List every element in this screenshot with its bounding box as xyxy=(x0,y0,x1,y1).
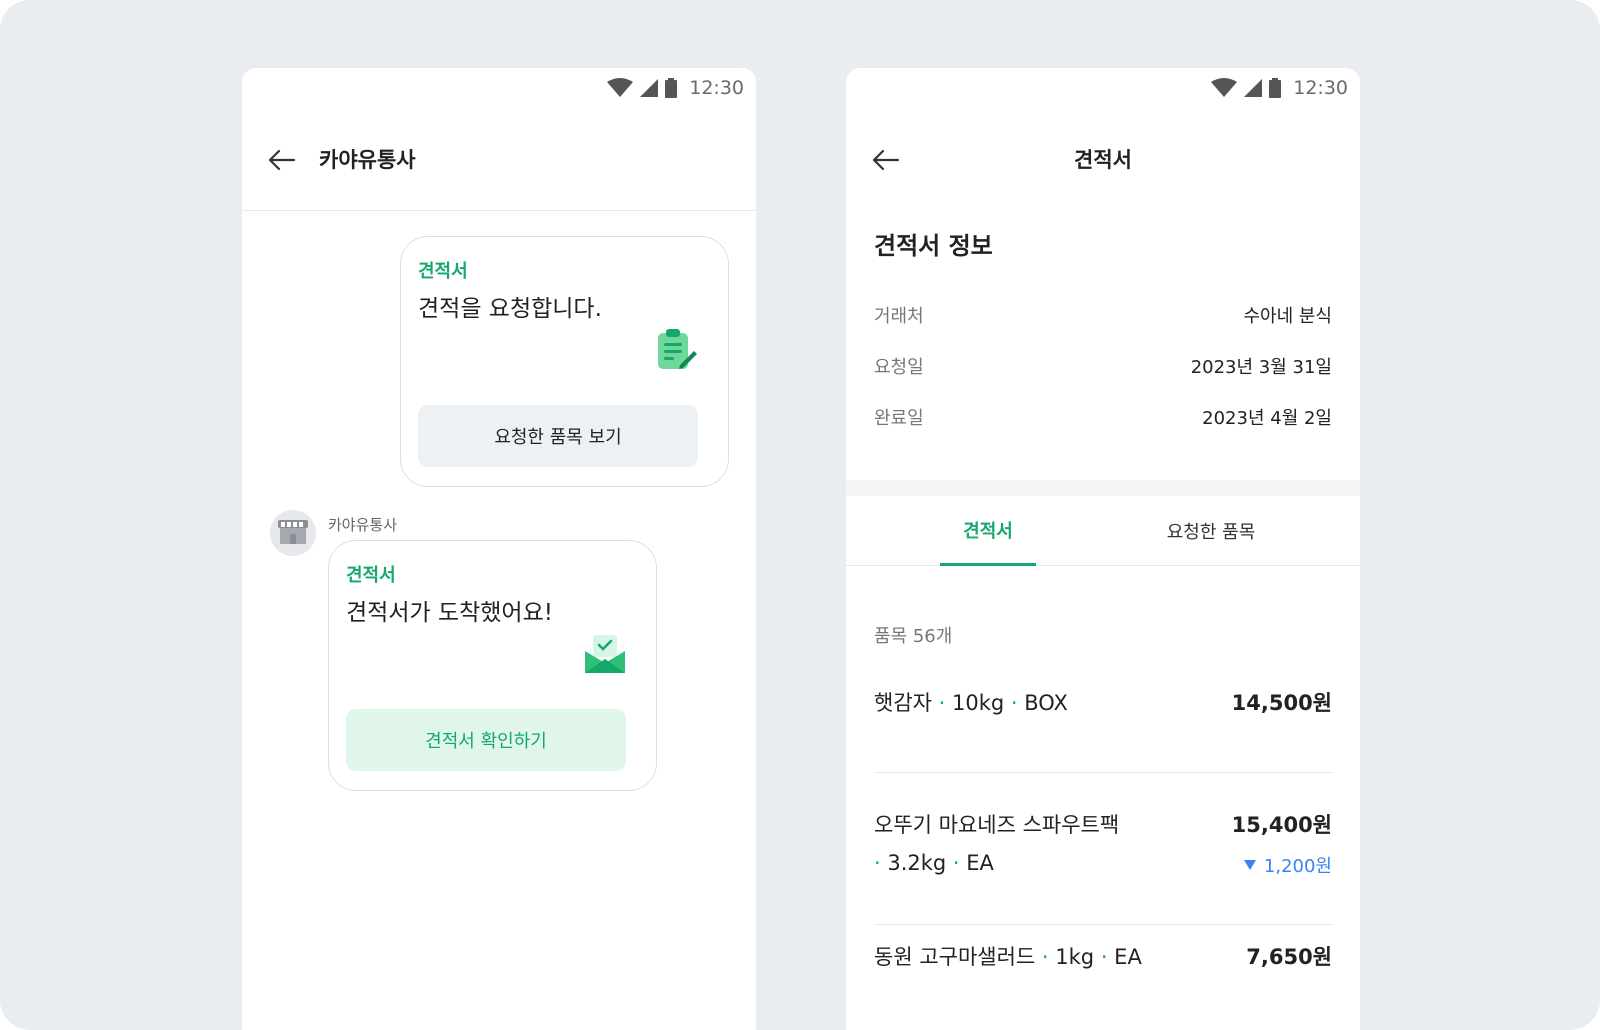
status-bar: 12:30 xyxy=(846,68,1360,108)
info-value: 2023년 3월 31일 xyxy=(1190,357,1332,378)
info-row-request-date: 요청일 2023년 3월 31일 xyxy=(874,351,1332,381)
info-row-complete-date: 완료일 2023년 4월 2일 xyxy=(874,402,1332,432)
battery-icon xyxy=(1269,78,1282,98)
item-unit: BOX xyxy=(1024,691,1068,715)
list-item[interactable]: 오뚜기 마요네즈 스파우트팩 · 3.2kg · EA 15,400원 1,20… xyxy=(874,806,1332,902)
info-label: 완료일 xyxy=(874,408,924,429)
item-price: 15,400원 xyxy=(1231,813,1332,837)
item-name: 동원 고구마샐러드 xyxy=(874,945,1036,969)
store-icon xyxy=(278,520,308,544)
item-name: 햇감자 xyxy=(874,691,932,715)
item-price: 7,650원 xyxy=(1246,945,1332,969)
request-message-bubble: 견적서 견적을 요청합니다. 요청한 품목 보기 xyxy=(400,236,729,487)
tab-quote[interactable]: 견적서 xyxy=(940,496,1036,566)
item-spec: 1kg xyxy=(1055,945,1095,969)
battery-icon xyxy=(665,78,678,98)
separator-dot: · xyxy=(946,851,967,875)
list-item[interactable]: 동원 고구마샐러드 · 1kg · EA 7,650원 xyxy=(874,938,1332,978)
status-bar: 12:30 xyxy=(242,68,756,108)
header-divider xyxy=(242,210,756,211)
info-value: 2023년 4월 2일 xyxy=(1202,408,1332,429)
triangle-down-icon xyxy=(1243,860,1256,870)
info-label: 거래처 xyxy=(874,306,924,327)
info-label: 요청일 xyxy=(874,357,924,378)
message-tag: 견적서 xyxy=(418,261,468,282)
separator-dot: · xyxy=(1035,945,1056,969)
separator-dot: · xyxy=(1004,691,1025,715)
info-value: 수아네 분식 xyxy=(1243,306,1332,327)
wifi-icon xyxy=(607,78,634,97)
tab-bar: 견적서 요청한 품목 xyxy=(846,496,1360,566)
clipboard-edit-icon xyxy=(656,329,698,375)
item-spec: 10kg xyxy=(952,691,1005,715)
page-title: 카야유통사 xyxy=(319,148,416,172)
arrow-left-icon xyxy=(872,149,900,171)
message-text: 견적을 요청합니다. xyxy=(418,296,602,322)
signal-icon xyxy=(1244,79,1263,97)
status-time: 12:30 xyxy=(1293,77,1348,99)
section-title: 견적서 정보 xyxy=(874,232,993,260)
envelope-check-icon xyxy=(584,633,626,679)
discount-amount: 1,200원 xyxy=(1263,856,1332,877)
info-row-vendor: 거래처 수아네 분식 xyxy=(874,300,1332,330)
separator-dot: · xyxy=(931,691,952,715)
app-bar: 견적서 xyxy=(846,108,1360,210)
message-tag: 견적서 xyxy=(346,565,396,586)
item-unit: EA xyxy=(1114,945,1142,969)
quote-detail-screen: 12:30 견적서 견적서 정보 거래처 수아네 분식 요청일 2023년 3월… xyxy=(846,68,1360,1030)
tab-requested-items[interactable]: 요청한 품목 xyxy=(1136,496,1286,566)
page-title: 견적서 xyxy=(1074,148,1132,172)
avatar[interactable] xyxy=(270,510,316,556)
signal-icon xyxy=(640,79,659,97)
arrow-left-icon xyxy=(268,149,296,171)
section-divider xyxy=(846,480,1360,496)
canvas-background: 12:30 카야유통사 견적서 견적을 요청합니다. 요청한 품목 보기 카야유… xyxy=(0,0,1600,1030)
item-divider xyxy=(874,772,1332,773)
status-time: 12:30 xyxy=(689,77,744,99)
item-spec: 3.2kg xyxy=(887,851,947,875)
confirm-quote-button[interactable]: 견적서 확인하기 xyxy=(346,709,626,771)
chat-screen: 12:30 카야유통사 견적서 견적을 요청합니다. 요청한 품목 보기 카야유… xyxy=(242,68,756,1030)
back-button[interactable] xyxy=(264,142,300,178)
item-discount: 1,200원 xyxy=(1243,852,1332,878)
item-unit: EA xyxy=(966,851,994,875)
separator-dot: · xyxy=(874,851,888,875)
wifi-icon xyxy=(1211,78,1238,97)
separator-dot: · xyxy=(1094,945,1115,969)
sender-name: 카야유통사 xyxy=(328,516,398,534)
quote-arrived-bubble: 견적서 견적서가 도착했어요! 견적서 확인하기 xyxy=(328,540,657,791)
item-price: 14,500원 xyxy=(1231,691,1332,715)
item-count: 품목 56개 xyxy=(874,626,953,647)
message-text: 견적서가 도착했어요! xyxy=(346,600,553,626)
list-item[interactable]: 햇감자 · 10kg · BOX 14,500원 xyxy=(874,684,1332,724)
back-button[interactable] xyxy=(868,142,904,178)
view-requested-items-button[interactable]: 요청한 품목 보기 xyxy=(418,405,698,467)
item-divider xyxy=(874,924,1332,925)
app-bar: 카야유통사 xyxy=(242,108,756,210)
